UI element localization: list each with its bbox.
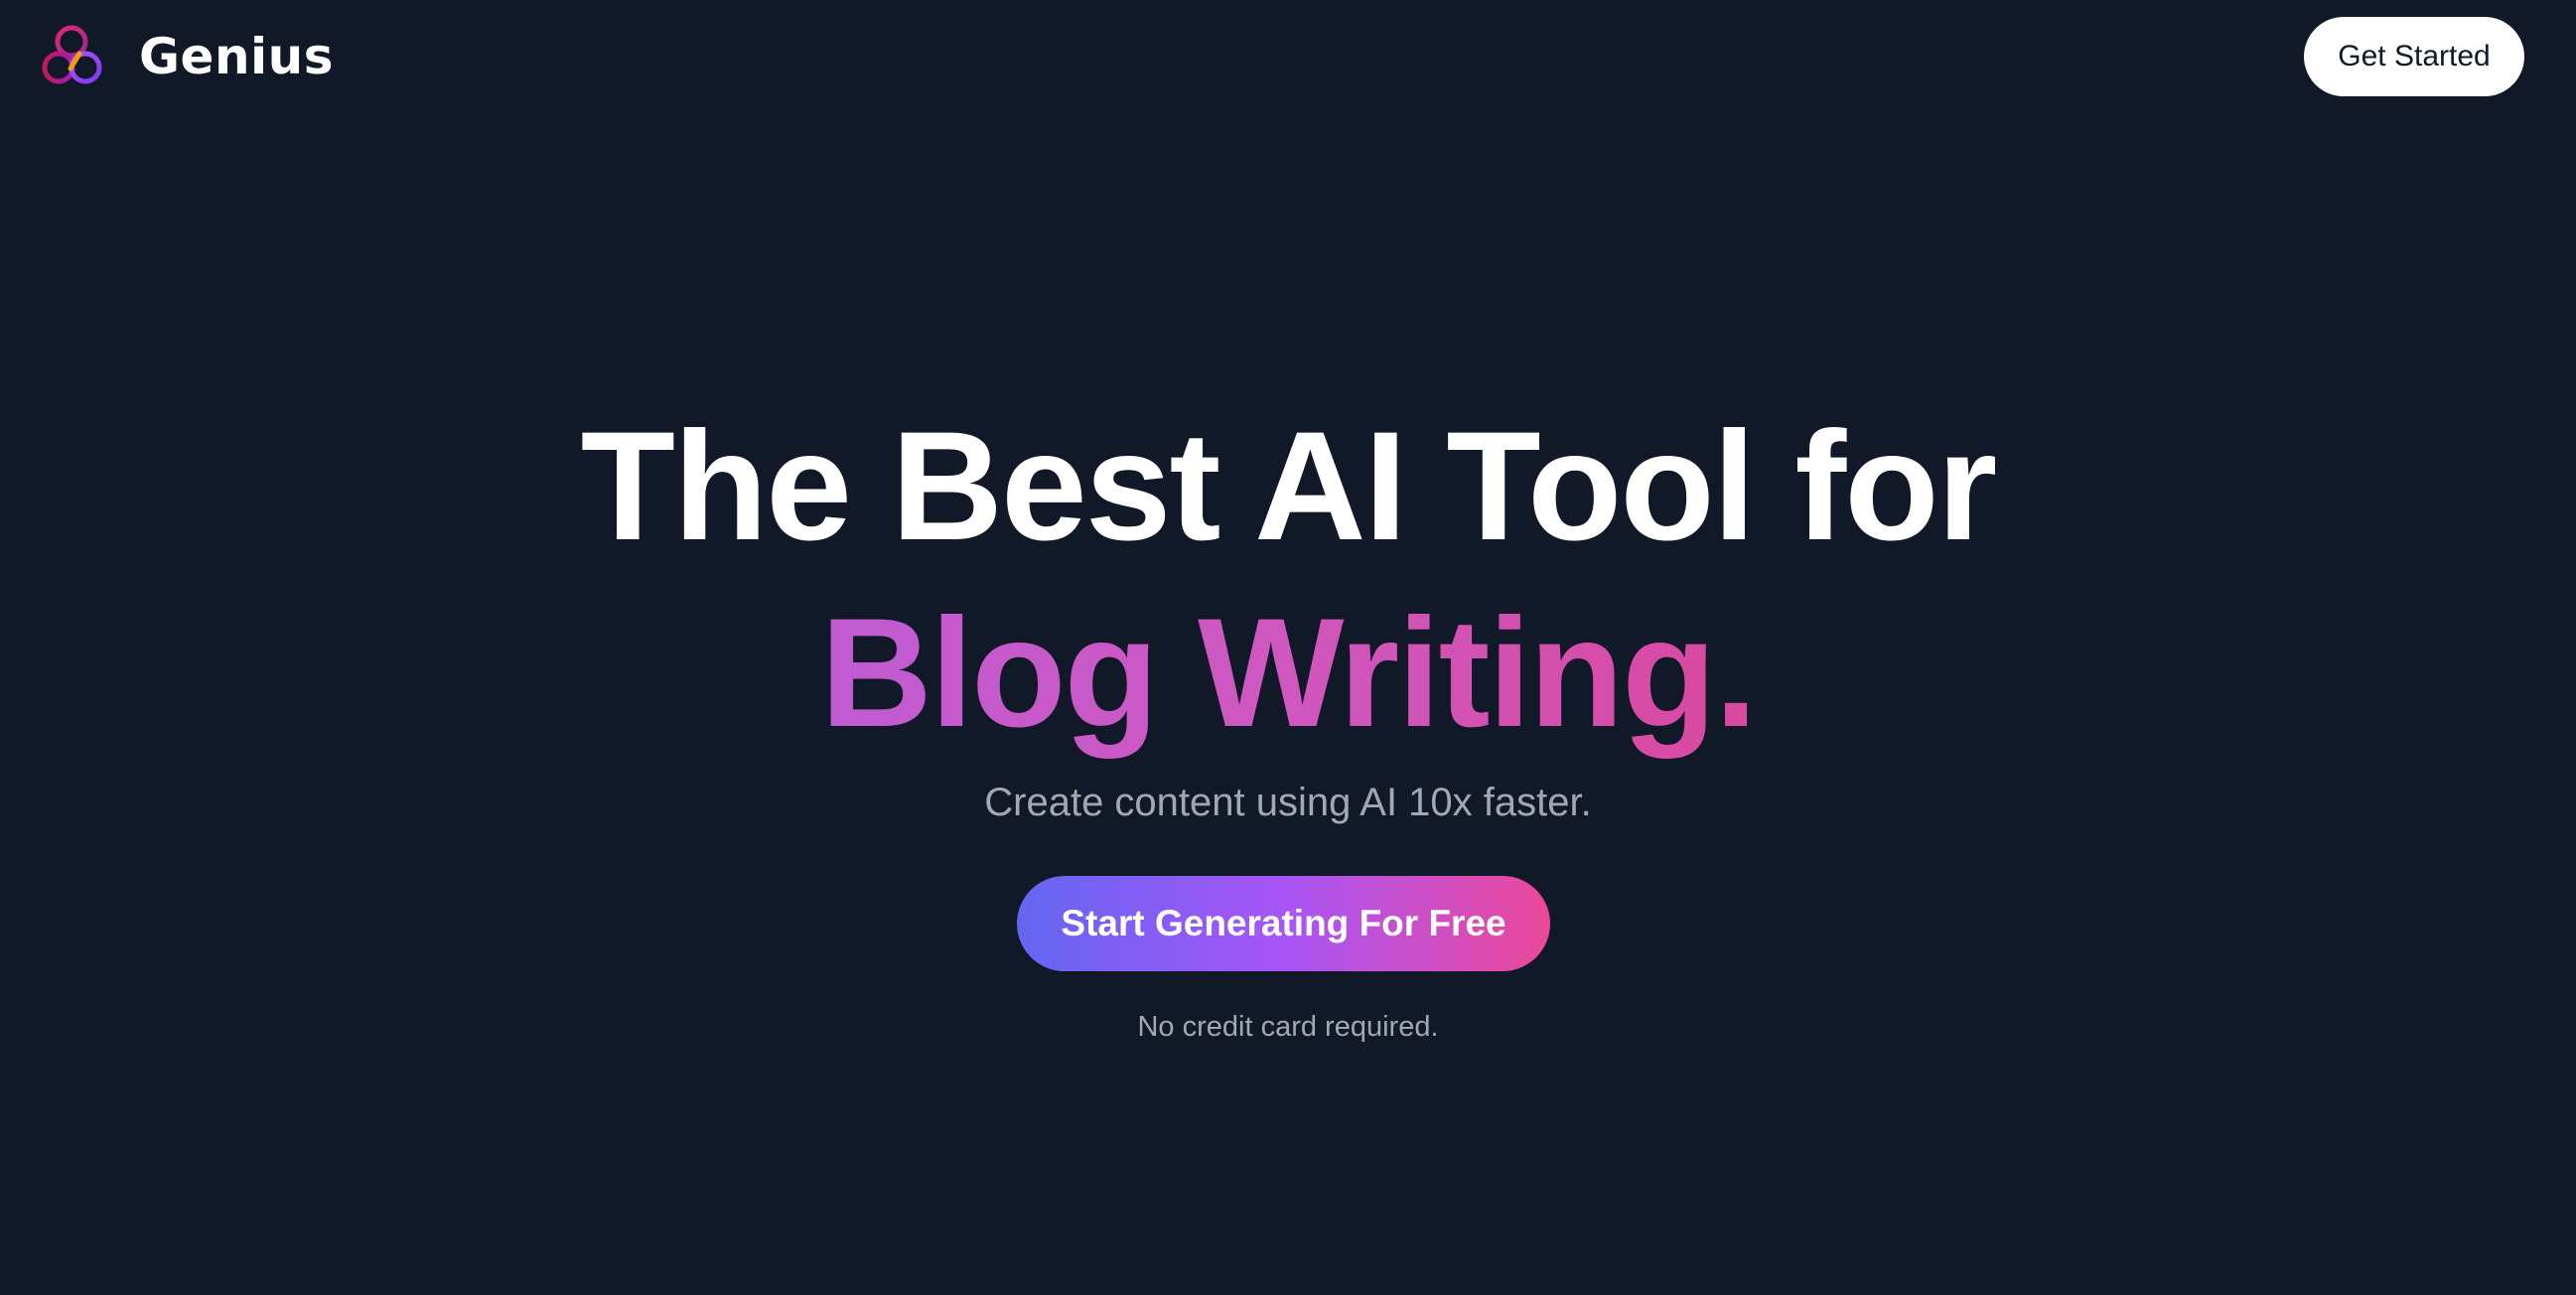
hero-title-line-1: The Best AI Tool for: [580, 400, 1998, 573]
start-generating-button[interactable]: Start Generating For Free: [1017, 876, 1550, 971]
genius-logo-icon: [42, 25, 102, 84]
hero-subtitle: Create content using AI 10x faster.: [984, 781, 1592, 824]
get-started-button[interactable]: Get Started: [2304, 17, 2524, 96]
no-credit-card-note: No credit card required.: [1137, 1011, 1439, 1043]
top-navbar: Genius Get Started: [0, 0, 2576, 115]
brand-home-link[interactable]: Genius: [40, 22, 334, 91]
hero-title-line-2: Blog Writing.: [0, 580, 2576, 767]
brand-name: Genius: [139, 28, 335, 85]
hero-title-highlight: Blog Writing.: [820, 587, 1758, 760]
